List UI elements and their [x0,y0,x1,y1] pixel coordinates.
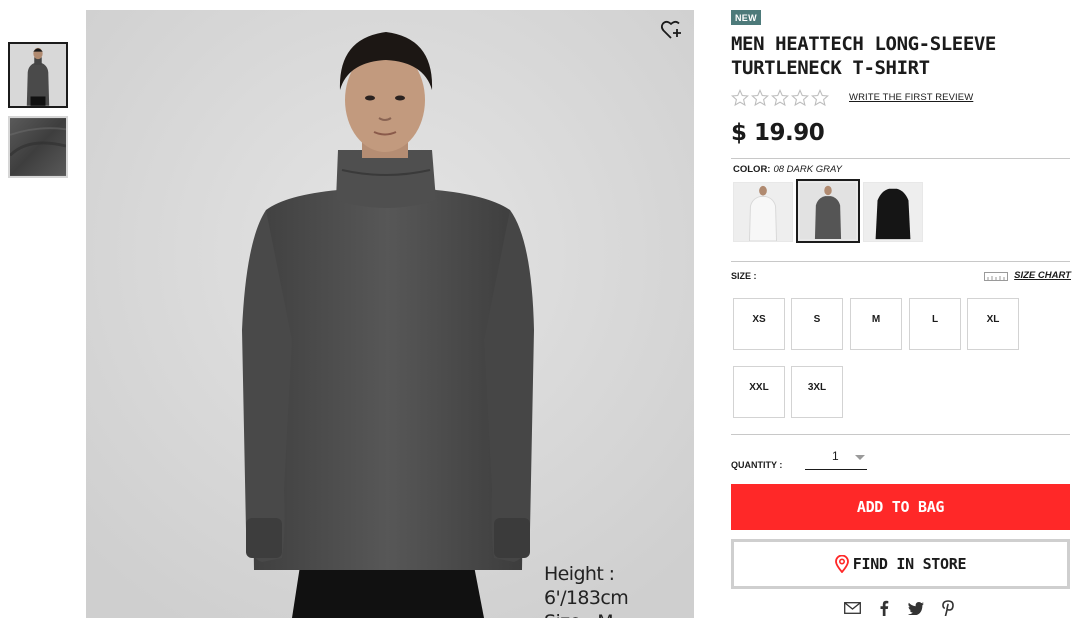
model-photo-thumbnail-icon [10,44,66,106]
divider [731,434,1070,435]
model-photo [86,10,694,618]
size-option-xl[interactable]: XL [967,298,1019,350]
white-shirt-icon [734,183,792,241]
star-icon[interactable] [751,89,769,107]
size-option-l[interactable]: L [909,298,961,350]
star-icon[interactable] [811,89,829,107]
pinterest-icon[interactable] [939,600,957,616]
new-badge: NEW [731,10,761,25]
product-main-image: Height : 6'/183cm Size : M [86,10,694,618]
star-icon[interactable] [771,89,789,107]
product-title-line-1: MEN HEATTECH LONG-SLEEVE [731,33,996,55]
divider [731,158,1070,159]
product-title: MEN HEATTECH LONG-SLEEVE TURTLENECK T-SH… [731,32,1071,80]
write-review-link[interactable]: WRITE THE FIRST REVIEW [849,92,973,103]
heart-plus-icon[interactable] [660,18,684,42]
size-option-xxl[interactable]: XXL [733,366,785,418]
fabric-texture-thumbnail-icon [10,118,66,176]
chevron-down-icon [855,455,865,460]
find-in-store-button[interactable]: FIND IN STORE [731,539,1070,589]
star-icon[interactable] [731,89,749,107]
add-to-bag-label: ADD TO BAG [856,498,945,516]
ruler-icon [984,272,1009,281]
thumbnail-model-photo[interactable] [8,42,68,108]
black-shirt-icon [864,183,922,241]
model-info: Height : 6'/183cm Size : M [544,562,694,618]
model-height: Height : 6'/183cm [544,563,629,609]
product-title-line-2: TURTLENECK T-SHIRT [731,57,930,79]
size-label: SIZE : [731,271,757,281]
size-option-m[interactable]: M [850,298,902,350]
star-rating[interactable] [731,89,829,107]
size-chart-label: SIZE CHART [1014,269,1071,281]
size-option-xs[interactable]: XS [733,298,785,350]
email-icon[interactable] [843,600,861,616]
color-label: COLOR: 08 DARK GRAY [733,164,842,175]
color-selected-value: 08 DARK GRAY [773,164,842,175]
location-pin-icon [834,555,849,573]
twitter-icon[interactable] [907,600,925,616]
size-option-3xl[interactable]: 3XL [791,366,843,418]
thumbnail-fabric[interactable] [8,116,68,178]
product-details: NEW MEN HEATTECH LONG-SLEEVE TURTLENECK … [731,8,1071,146]
color-swatch-white[interactable] [733,182,793,242]
share-icons [843,600,957,616]
quantity-label: QUANTITY : [731,460,783,470]
size-option-s[interactable]: S [791,298,843,350]
divider [731,261,1070,262]
color-swatch-dark-gray[interactable] [796,179,860,243]
add-to-bag-button[interactable]: ADD TO BAG [731,484,1070,530]
size-chart-link[interactable]: SIZE CHART [984,269,1071,281]
rating-row: WRITE THE FIRST REVIEW [731,88,1071,108]
color-label-text: COLOR: [733,164,771,175]
dark-gray-shirt-icon [800,183,856,239]
model-size: Size : M [544,610,694,618]
facebook-icon[interactable] [875,600,893,616]
quantity-select[interactable]: 1 [805,447,867,470]
find-in-store-label: FIND IN STORE [852,555,967,573]
star-icon[interactable] [791,89,809,107]
product-price: $ 19.90 [731,120,825,146]
color-swatch-black[interactable] [863,182,923,242]
quantity-value: 1 [832,449,839,463]
